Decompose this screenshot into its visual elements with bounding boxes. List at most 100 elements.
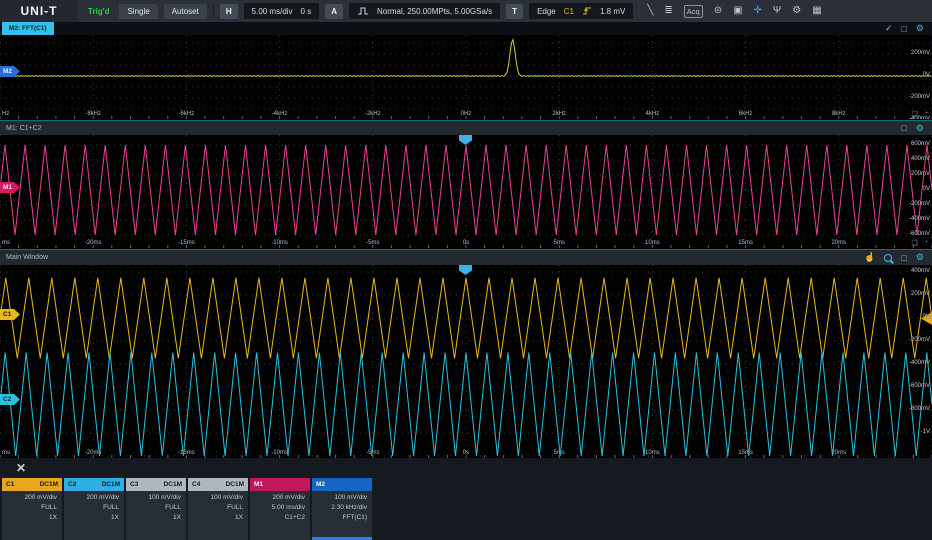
y-axis-label: -400mV (908, 360, 930, 366)
x-axis-tick-label: 8kHz (831, 111, 846, 117)
x-axis-tick-label: -5ms (366, 450, 380, 456)
y-axis-label: -600mV (908, 383, 930, 389)
y-axis-label: 200mV (910, 50, 930, 56)
x-unit-label: ms (2, 450, 10, 456)
channel-setting: 200 mV/div (86, 494, 119, 501)
channel-box-c1[interactable]: C1 DC1M 200 mV/div FULL 1X (2, 478, 62, 540)
acquire-icon[interactable]: Acq (683, 4, 703, 18)
horizontal-offset: 0 s (300, 6, 312, 16)
y-axis-label: -400mV (908, 216, 930, 222)
horizontal-key[interactable]: H (219, 3, 238, 19)
channel-setting: 1X (235, 514, 243, 521)
main-window-header: Main Window ☝ □ ⚙ (0, 250, 932, 265)
main-window-title: Main Window (6, 254, 49, 261)
main-window-icons: ☝ □ ⚙ (864, 252, 932, 263)
channel-box-c4[interactable]: C4 DC1M 100 mV/div FULL 1X (188, 478, 248, 540)
m1-plot[interactable]: M1 ms ❏ ◔ 600mV 400mV 200mV 0V -200mV -400mV -6… (0, 135, 932, 248)
panel-settings-icon[interactable]: ⚙ (916, 123, 924, 134)
fft-plot[interactable]: M2 Hz ❏◔ 400mV200mV0V-200mV-400mV-8kHz-6… (0, 35, 932, 119)
tab-m2-fft[interactable]: M2: FFT(C1) (2, 22, 54, 35)
x-axis-tick-label: -20ms (84, 450, 102, 456)
window-icon[interactable]: □ (901, 253, 906, 263)
display-icon[interactable]: ⊜ (714, 0, 722, 22)
channel-setting: 1X (111, 514, 119, 521)
trigger-source: C1 (563, 6, 574, 16)
settings-icon[interactable]: ⚙ (792, 0, 801, 22)
y-axis-label: 400mV (910, 156, 930, 162)
x-axis-tick-label: 10ms (645, 240, 660, 246)
bottom-bar: ✕ C1 DC1M 200 mV/div FULL 1X C2 DC1M 200 mV/div… (0, 458, 932, 540)
storage-icon[interactable]: ▣ (733, 0, 742, 22)
channel-box-c2[interactable]: C2 DC1M 200 mV/div FULL 1X (64, 478, 124, 540)
x-axis-tick-label: 10ms (645, 450, 660, 456)
navigate-icon[interactable]: ✛ (754, 0, 762, 22)
fft-panel-icons: ✓ □ ⚙ (885, 23, 932, 34)
channel-setting: FULL (227, 504, 243, 511)
trigger-type: Edge (537, 6, 556, 16)
clock-icon[interactable]: ◔ (924, 239, 928, 247)
m1-panel-title: M1: C1+C2 (6, 124, 42, 132)
x-axis-tick-label: 20ms (831, 450, 847, 456)
y-axis-label: 400mV (910, 268, 930, 274)
panel-settings-icon[interactable]: ⚙ (916, 252, 924, 263)
channel-setting: 1X (173, 514, 181, 521)
window-icon[interactable]: □ (901, 24, 906, 34)
y-axis-label: -200mV (908, 337, 930, 343)
channel-coupling: DC1M (163, 481, 182, 488)
channel-coupling: DC1M (225, 481, 244, 488)
channel-header: C1 DC1M (2, 478, 62, 491)
y-axis-label: -200mV (908, 94, 930, 100)
x-axis-tick-label: 0s (462, 450, 470, 456)
channel-header: M1 (250, 478, 310, 491)
zoom-icon[interactable] (884, 253, 893, 262)
utility-icon[interactable]: Ψ (773, 0, 781, 22)
confirm-icon[interactable]: ✓ (885, 23, 893, 34)
trigger-key[interactable]: T (506, 3, 524, 19)
channel-box-c3[interactable]: C3 DC1M 100 mV/div FULL 1X (126, 478, 186, 540)
x-axis-tick-label: -5ms (366, 240, 380, 246)
oscilloscope-screen: UNI-T Trig'd Single Autoset H 5.00 ms/di… (0, 0, 932, 540)
acquire-key[interactable]: A (325, 3, 343, 19)
fft-tab-bar: M2: FFT(C1) ✓ □ ⚙ (0, 22, 932, 35)
window-icon[interactable]: □ (901, 123, 906, 133)
channel-header: C4 DC1M (188, 478, 248, 491)
m1-panel-icons: □ ⚙ (901, 123, 932, 134)
x-axis-tick-label: -15ms (178, 240, 195, 246)
channel-setting: FFT(C1) (342, 514, 367, 521)
channel-setting: 100 mV/div (210, 494, 243, 501)
channel-header: C3 DC1M (126, 478, 186, 491)
acquire-box[interactable]: Normal, 250.00MPts, 5.00GSa/s (349, 3, 501, 19)
divider (212, 4, 214, 18)
x-axis-tick-label: -15ms (178, 450, 195, 456)
layout-x-icon[interactable]: ✕ (16, 461, 26, 475)
rising-edge-icon (582, 7, 591, 15)
channel-label: C1 (6, 481, 15, 488)
y-axis-label: -200mV (908, 201, 930, 207)
channel-box-m2[interactable]: M2 100 mV/div 2.30 kHz/div FFT(C1) (312, 478, 372, 540)
panel-settings-icon[interactable]: ⚙ (916, 23, 924, 34)
channel-label: C4 (192, 481, 201, 488)
x-axis-tick-label: 5ms (553, 450, 565, 456)
touch-icon[interactable]: ☝ (864, 252, 875, 263)
channel-setting: 1X (49, 514, 57, 521)
apps-icon[interactable]: ▦ (812, 0, 821, 22)
cursor-icon[interactable]: ╲ (647, 0, 653, 22)
channel-setting: C1+C2 (284, 514, 305, 521)
y-axis-label: -400mV (908, 116, 930, 119)
page-icon[interactable]: ❏ (911, 239, 917, 247)
channel-strip: C1 DC1M 200 mV/div FULL 1X C2 DC1M 200 mV/div FU… (2, 478, 372, 540)
main-plot[interactable]: C1 C2 ms 400mV 200mV 0V -200mV -400mV -600mV -… (0, 265, 932, 458)
channel-box-m1[interactable]: M1 200 mV/div 5.00 ms/div C1+C2 (250, 478, 310, 540)
x-axis-tick-label: -10ms (271, 450, 288, 456)
x-axis-tick-label: 4kHz (645, 111, 660, 117)
toolbar-icon-strip: ╲ ≣ Acq ⊜ ▣ ✛ Ψ ⚙ ▦ (647, 0, 822, 22)
x-axis-tick-label: -10ms (271, 240, 288, 246)
single-button[interactable]: Single (119, 3, 158, 19)
m1-header: M1: C1+C2 □ ⚙ (0, 121, 932, 135)
m1-panel: M1: C1+C2 □ ⚙ M1 ms ❏ ◔ 600mV 400mV 200mV 0V -… (0, 121, 932, 250)
measure-icon[interactable]: ≣ (664, 0, 672, 22)
trigger-box[interactable]: Edge C1 1.8 mV (529, 3, 634, 19)
timebase-box[interactable]: 5.00 ms/div 0 s (243, 3, 320, 19)
autoset-button[interactable]: Autoset (163, 3, 207, 19)
trigger-status: Trig'd (88, 6, 110, 16)
